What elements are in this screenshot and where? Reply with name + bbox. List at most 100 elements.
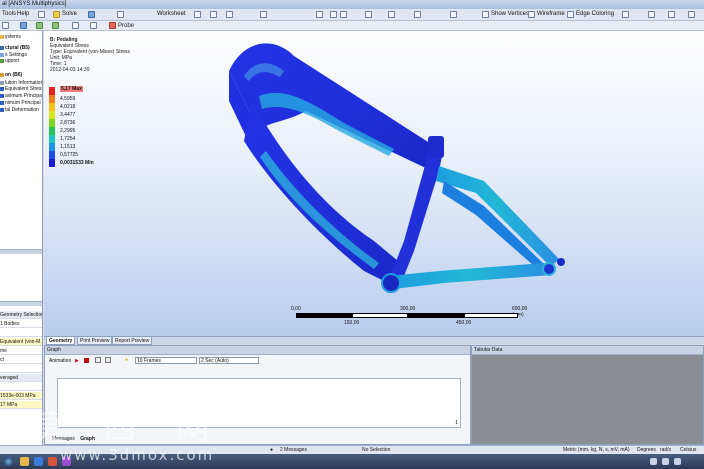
edge-style-icon[interactable] <box>622 11 629 18</box>
probe-button[interactable]: Probe <box>118 22 134 30</box>
face-select-icon[interactable] <box>210 11 217 18</box>
zoom-icon[interactable] <box>340 11 347 18</box>
tree-node-icon <box>0 100 4 105</box>
details-row[interactable] <box>0 383 42 391</box>
probe-icon[interactable] <box>109 22 116 29</box>
graph-pane-title: Graph <box>47 347 61 353</box>
seat-stay-dropout <box>557 258 565 266</box>
frames-select[interactable]: 10 Frames <box>135 357 197 364</box>
tabular-data-pane: Tabular Data <box>471 345 704 445</box>
tray-icon[interactable] <box>662 458 669 465</box>
tree-item[interactable]: tal Deformation <box>0 107 39 113</box>
tree-node-icon <box>0 34 4 39</box>
chain-stay <box>389 263 551 289</box>
view-tabs: Geometry Print Preview Report Preview <box>44 336 704 345</box>
tree-item[interactable]: aximum Principal St <box>0 93 42 99</box>
pan-icon[interactable] <box>330 11 337 18</box>
tree-item[interactable]: ctural (B5) <box>0 45 30 51</box>
tab-geometry[interactable]: Geometry <box>46 337 76 345</box>
tree-item[interactable]: nimum Principal Str <box>0 100 42 106</box>
new-analysis-icon[interactable] <box>88 11 95 18</box>
animation-label: Animation <box>49 358 72 364</box>
outline-tree-panel: ystems ctural (B5) s Settings upport on (B6)… <box>0 31 43 445</box>
duration-select[interactable]: 2 Sec (Auto) <box>199 357 259 364</box>
app-icon[interactable] <box>48 457 57 466</box>
wireframe-icon[interactable] <box>528 11 535 18</box>
tree-item[interactable]: ystems <box>0 34 21 40</box>
tree-item[interactable]: Equivalent Stress <box>0 86 42 92</box>
tray-icon[interactable] <box>650 458 657 465</box>
details-row[interactable]: Equivalent (von-M... <box>0 338 42 346</box>
tree-item-label: on (B6) <box>5 72 23 78</box>
details-header <box>0 301 42 306</box>
tree-item-label: nimum Principal Str <box>5 100 42 106</box>
tree-node-icon <box>0 45 4 50</box>
tree-node-icon <box>0 72 4 77</box>
edge-coloring-icon[interactable] <box>567 11 574 18</box>
mesh-icon[interactable] <box>36 22 43 29</box>
window-icon[interactable] <box>450 11 457 18</box>
cell-icon[interactable] <box>117 11 124 18</box>
previous-view-icon[interactable] <box>414 11 421 18</box>
browser-icon[interactable] <box>34 457 43 466</box>
dropdown-icon[interactable] <box>2 22 9 29</box>
solve-icon[interactable] <box>53 11 60 18</box>
select-icon[interactable] <box>38 11 45 18</box>
geometry-icon[interactable] <box>20 22 27 29</box>
details-row[interactable] <box>0 329 42 337</box>
details-splitter[interactable] <box>0 249 42 254</box>
loop-icon[interactable] <box>105 357 111 363</box>
zoom-box-icon[interactable] <box>365 11 372 18</box>
solution-icon[interactable] <box>52 22 59 29</box>
edge-coloring-button[interactable]: Edge Coloring <box>576 11 614 17</box>
edge-scale-icon[interactable] <box>668 11 675 18</box>
scale-segment <box>464 313 518 318</box>
watermark: 莫 西 网 <box>30 408 224 448</box>
wireframe-button[interactable]: Wireframe <box>537 11 565 17</box>
pointer-icon[interactable] <box>194 11 201 18</box>
seat-tube <box>389 146 444 281</box>
explorer-icon[interactable] <box>20 457 29 466</box>
details-row[interactable]: 1533e-003 MPa <box>0 392 42 400</box>
tab-print-preview[interactable]: Print Preview <box>77 337 113 345</box>
tree-node-icon <box>0 93 4 98</box>
details-row[interactable] <box>0 365 42 373</box>
bottom-bracket <box>381 273 401 293</box>
show-vertices-button[interactable]: Show Vertices <box>491 11 529 17</box>
title-bar: al [ANSYS Multiphysics] <box>0 0 704 9</box>
details-row[interactable]: 1 Bodies <box>0 320 42 328</box>
bike-frame-model[interactable] <box>44 31 704 336</box>
tree-node-icon <box>0 86 4 91</box>
comment-icon[interactable] <box>90 22 97 29</box>
tab-report-preview[interactable]: Report Preview <box>112 337 153 345</box>
bulb-icon[interactable]: ● <box>125 357 128 363</box>
tray-icon[interactable] <box>674 458 681 465</box>
edge-select-icon[interactable] <box>226 11 233 18</box>
stop-icon[interactable] <box>84 358 89 363</box>
start-icon[interactable] <box>4 457 13 466</box>
edge-more-icon[interactable] <box>688 11 695 18</box>
details-row[interactable]: Geometry Selection <box>0 311 42 319</box>
tree-item[interactable]: on (B6) <box>0 72 22 78</box>
menu-help[interactable]: Help <box>17 11 29 17</box>
body-select-icon[interactable] <box>260 11 267 18</box>
rotate-icon[interactable] <box>316 11 323 18</box>
graphics-viewport[interactable]: B: Pedaling Equivalent Stress Type: Equi… <box>44 31 704 336</box>
play-icon[interactable]: ▶ <box>75 358 79 364</box>
tree-item[interactable]: upport <box>0 58 19 64</box>
tree-node-icon <box>0 52 4 57</box>
scale-label-300: 300,00 <box>400 306 416 312</box>
details-row[interactable]: veraged <box>0 374 42 382</box>
details-row[interactable]: ct <box>0 356 42 364</box>
solve-button[interactable]: Solve <box>62 11 77 17</box>
vertices-icon[interactable] <box>482 11 489 18</box>
menu-tools[interactable]: Tools <box>2 11 16 17</box>
animation-toolbar: Animation ▶ ● 10 Frames 2 Sec (Auto) <box>45 356 470 366</box>
fit-icon[interactable] <box>388 11 395 18</box>
tree-node-icon <box>0 107 4 112</box>
tool-icon[interactable] <box>72 22 79 29</box>
frame-icon[interactable] <box>95 357 101 363</box>
edge-thick-icon[interactable] <box>648 11 655 18</box>
worksheet-button[interactable]: Worksheet <box>157 11 186 17</box>
details-row[interactable]: me <box>0 347 42 355</box>
